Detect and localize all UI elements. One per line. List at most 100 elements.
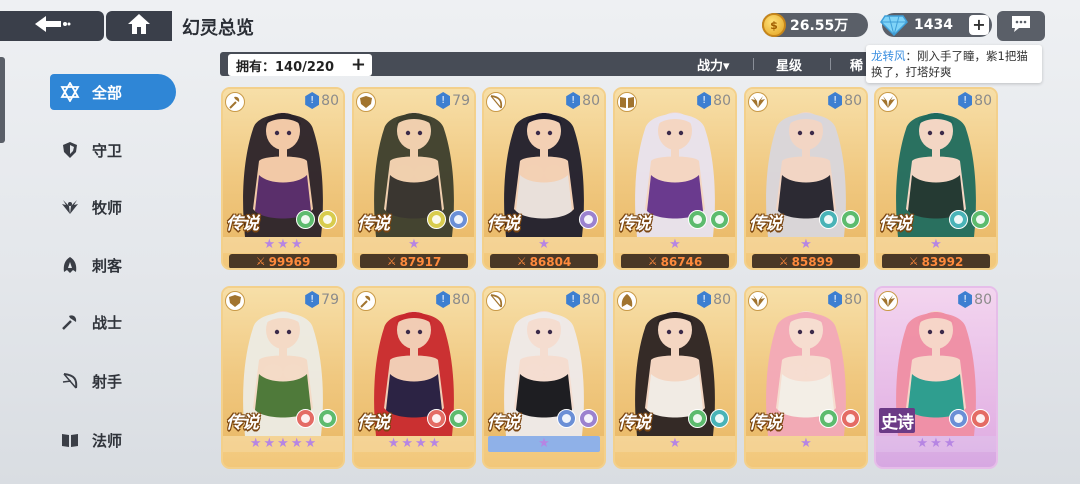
- element-icons: [688, 210, 729, 229]
- level-indicator: ! 80: [828, 92, 862, 109]
- gem-currency: 1434 +: [880, 13, 992, 37]
- character-card[interactable]: ! 80 传说 ★: [482, 286, 606, 469]
- spirit-element-icon: [449, 210, 468, 229]
- level-indicator: ! 79: [305, 291, 339, 308]
- element-icons: [296, 210, 337, 229]
- chat-message-popup[interactable]: 龙转风：刚入手了瞳，紫1把猫换了，打塔好爽: [866, 45, 1042, 83]
- power-rating: ⚔ 86746: [621, 254, 729, 268]
- sidebar-item-priest[interactable]: 牧师: [50, 189, 176, 225]
- light-element-icon: [318, 210, 337, 229]
- level-value: 80: [844, 291, 862, 308]
- star-rating: ★: [746, 436, 866, 452]
- book-icon: [60, 430, 80, 450]
- wings-icon: [881, 295, 895, 307]
- gold-currency: $ 26.55万: [762, 13, 868, 37]
- level-indicator: ! 80: [958, 92, 992, 109]
- grass-element-icon: [841, 210, 860, 229]
- star-rating: ★ ★ ★ ★ ★: [223, 436, 343, 452]
- level-gem-icon: !: [436, 92, 451, 109]
- grass-element-icon: [449, 409, 468, 428]
- void-element-icon: [579, 210, 598, 229]
- sidebar-item-mage[interactable]: 法师: [50, 422, 176, 458]
- level-gem-icon: !: [828, 291, 843, 308]
- power-value: 83992: [921, 254, 964, 269]
- expand-capacity-button[interactable]: +: [351, 55, 366, 75]
- bow-icon: [490, 294, 503, 308]
- star-of-david-icon: [60, 82, 80, 102]
- level-value: 80: [321, 92, 339, 109]
- sidebar-scroll-indicator[interactable]: [0, 57, 5, 143]
- sidebar-item-label: 刺客: [92, 256, 123, 275]
- character-card[interactable]: ! 79 传说 ★ ★ ★ ★ ★: [221, 286, 345, 469]
- star-rating: ★ ★ ★: [876, 436, 996, 452]
- class-badge: [617, 291, 637, 311]
- fire-element-icon: [427, 409, 446, 428]
- chat-username[interactable]: 龙转风: [871, 49, 906, 63]
- element-icons: [819, 210, 860, 229]
- sidebar-item-archer[interactable]: 射手: [50, 363, 176, 399]
- wings-icon: [60, 197, 80, 217]
- power-rating: ⚔ 99969: [229, 254, 337, 269]
- grass-element-icon: [819, 409, 838, 428]
- star-icon: ★: [249, 436, 262, 451]
- character-card[interactable]: ! 80 传说 ★ ⚔ 86804: [482, 87, 606, 270]
- sidebar-item-all[interactable]: 全部: [50, 74, 176, 110]
- character-card[interactable]: ! 79 传说 ★ ⚔ 87917: [352, 87, 476, 270]
- sort-stars-option[interactable]: 星级: [776, 55, 802, 74]
- sidebar-item-label: 牧师: [92, 198, 123, 217]
- character-card[interactable]: ! 80 传说 ★ ⚔ 86746: [613, 87, 737, 270]
- shield-icon: [60, 140, 80, 160]
- power-value: 99969: [268, 254, 311, 269]
- owned-count-box[interactable]: 拥有：140/220 +: [228, 54, 372, 76]
- star-icon: ★: [290, 237, 303, 252]
- grass-element-icon: [296, 210, 315, 229]
- star-icon: ★: [263, 237, 276, 252]
- shield-icon: [229, 295, 241, 307]
- spirit-element-icon: [557, 409, 576, 428]
- crossed-swords-icon: ⚔: [778, 255, 789, 268]
- sort-power-option[interactable]: 战力▾: [697, 55, 730, 74]
- fire-element-icon: [971, 409, 990, 428]
- power-value: 87917: [399, 254, 442, 269]
- power-rating: ⚔ 87917: [360, 254, 468, 269]
- grass-element-icon: [971, 210, 990, 229]
- power-value: 86804: [529, 254, 572, 269]
- character-card[interactable]: ! 80 传说 ★ ★ ★ ⚔ 99969: [221, 87, 345, 270]
- class-badge: [486, 92, 506, 112]
- crossed-swords-icon: ⚔: [908, 255, 919, 268]
- character-card[interactable]: ! 80 传说 ★ ⚔ 85899: [744, 87, 868, 270]
- blade-icon: [60, 255, 80, 275]
- star-icon: ★: [538, 237, 550, 252]
- level-indicator: ! 80: [436, 291, 470, 308]
- power-rating: ⚔ 85899: [752, 254, 860, 268]
- star-icon: ★: [669, 436, 681, 451]
- chat-button[interactable]: [997, 11, 1045, 41]
- level-value: 80: [844, 92, 862, 109]
- sort-rarity-option[interactable]: 稀: [850, 55, 863, 74]
- character-card[interactable]: ! 80 传说 ★ ★ ★ ★: [352, 286, 476, 469]
- star-icon: ★: [387, 436, 400, 451]
- level-value: 80: [974, 291, 992, 308]
- back-button[interactable]: [0, 11, 104, 41]
- sidebar-item-guard[interactable]: 守卫: [50, 132, 176, 168]
- sidebar-item-assassin[interactable]: 刺客: [50, 247, 176, 283]
- back-arrow-icon: [33, 14, 71, 38]
- home-button[interactable]: [106, 11, 172, 41]
- character-card[interactable]: ! 80 史诗 ★ ★ ★: [874, 286, 998, 469]
- character-card[interactable]: ! 80 传说 ★ ⚔ 83992: [874, 87, 998, 270]
- star-icon: ★: [408, 237, 420, 252]
- divider: [830, 58, 831, 70]
- class-badge: [356, 291, 376, 311]
- character-card[interactable]: ! 80 传说 ★: [613, 286, 737, 469]
- sidebar-item-warrior[interactable]: 战士: [50, 304, 176, 340]
- rarity-label: 传说: [357, 413, 390, 433]
- bow-icon: [490, 95, 503, 109]
- book-icon: [620, 97, 634, 108]
- character-card[interactable]: ! 80 传说 ★: [744, 286, 868, 469]
- rarity-label: 传说: [618, 214, 651, 234]
- element-icons: [579, 210, 598, 229]
- crossed-swords-icon: ⚔: [386, 255, 397, 268]
- add-gems-button[interactable]: +: [969, 15, 989, 35]
- element-icons: [296, 409, 337, 428]
- element-icons: [949, 210, 990, 229]
